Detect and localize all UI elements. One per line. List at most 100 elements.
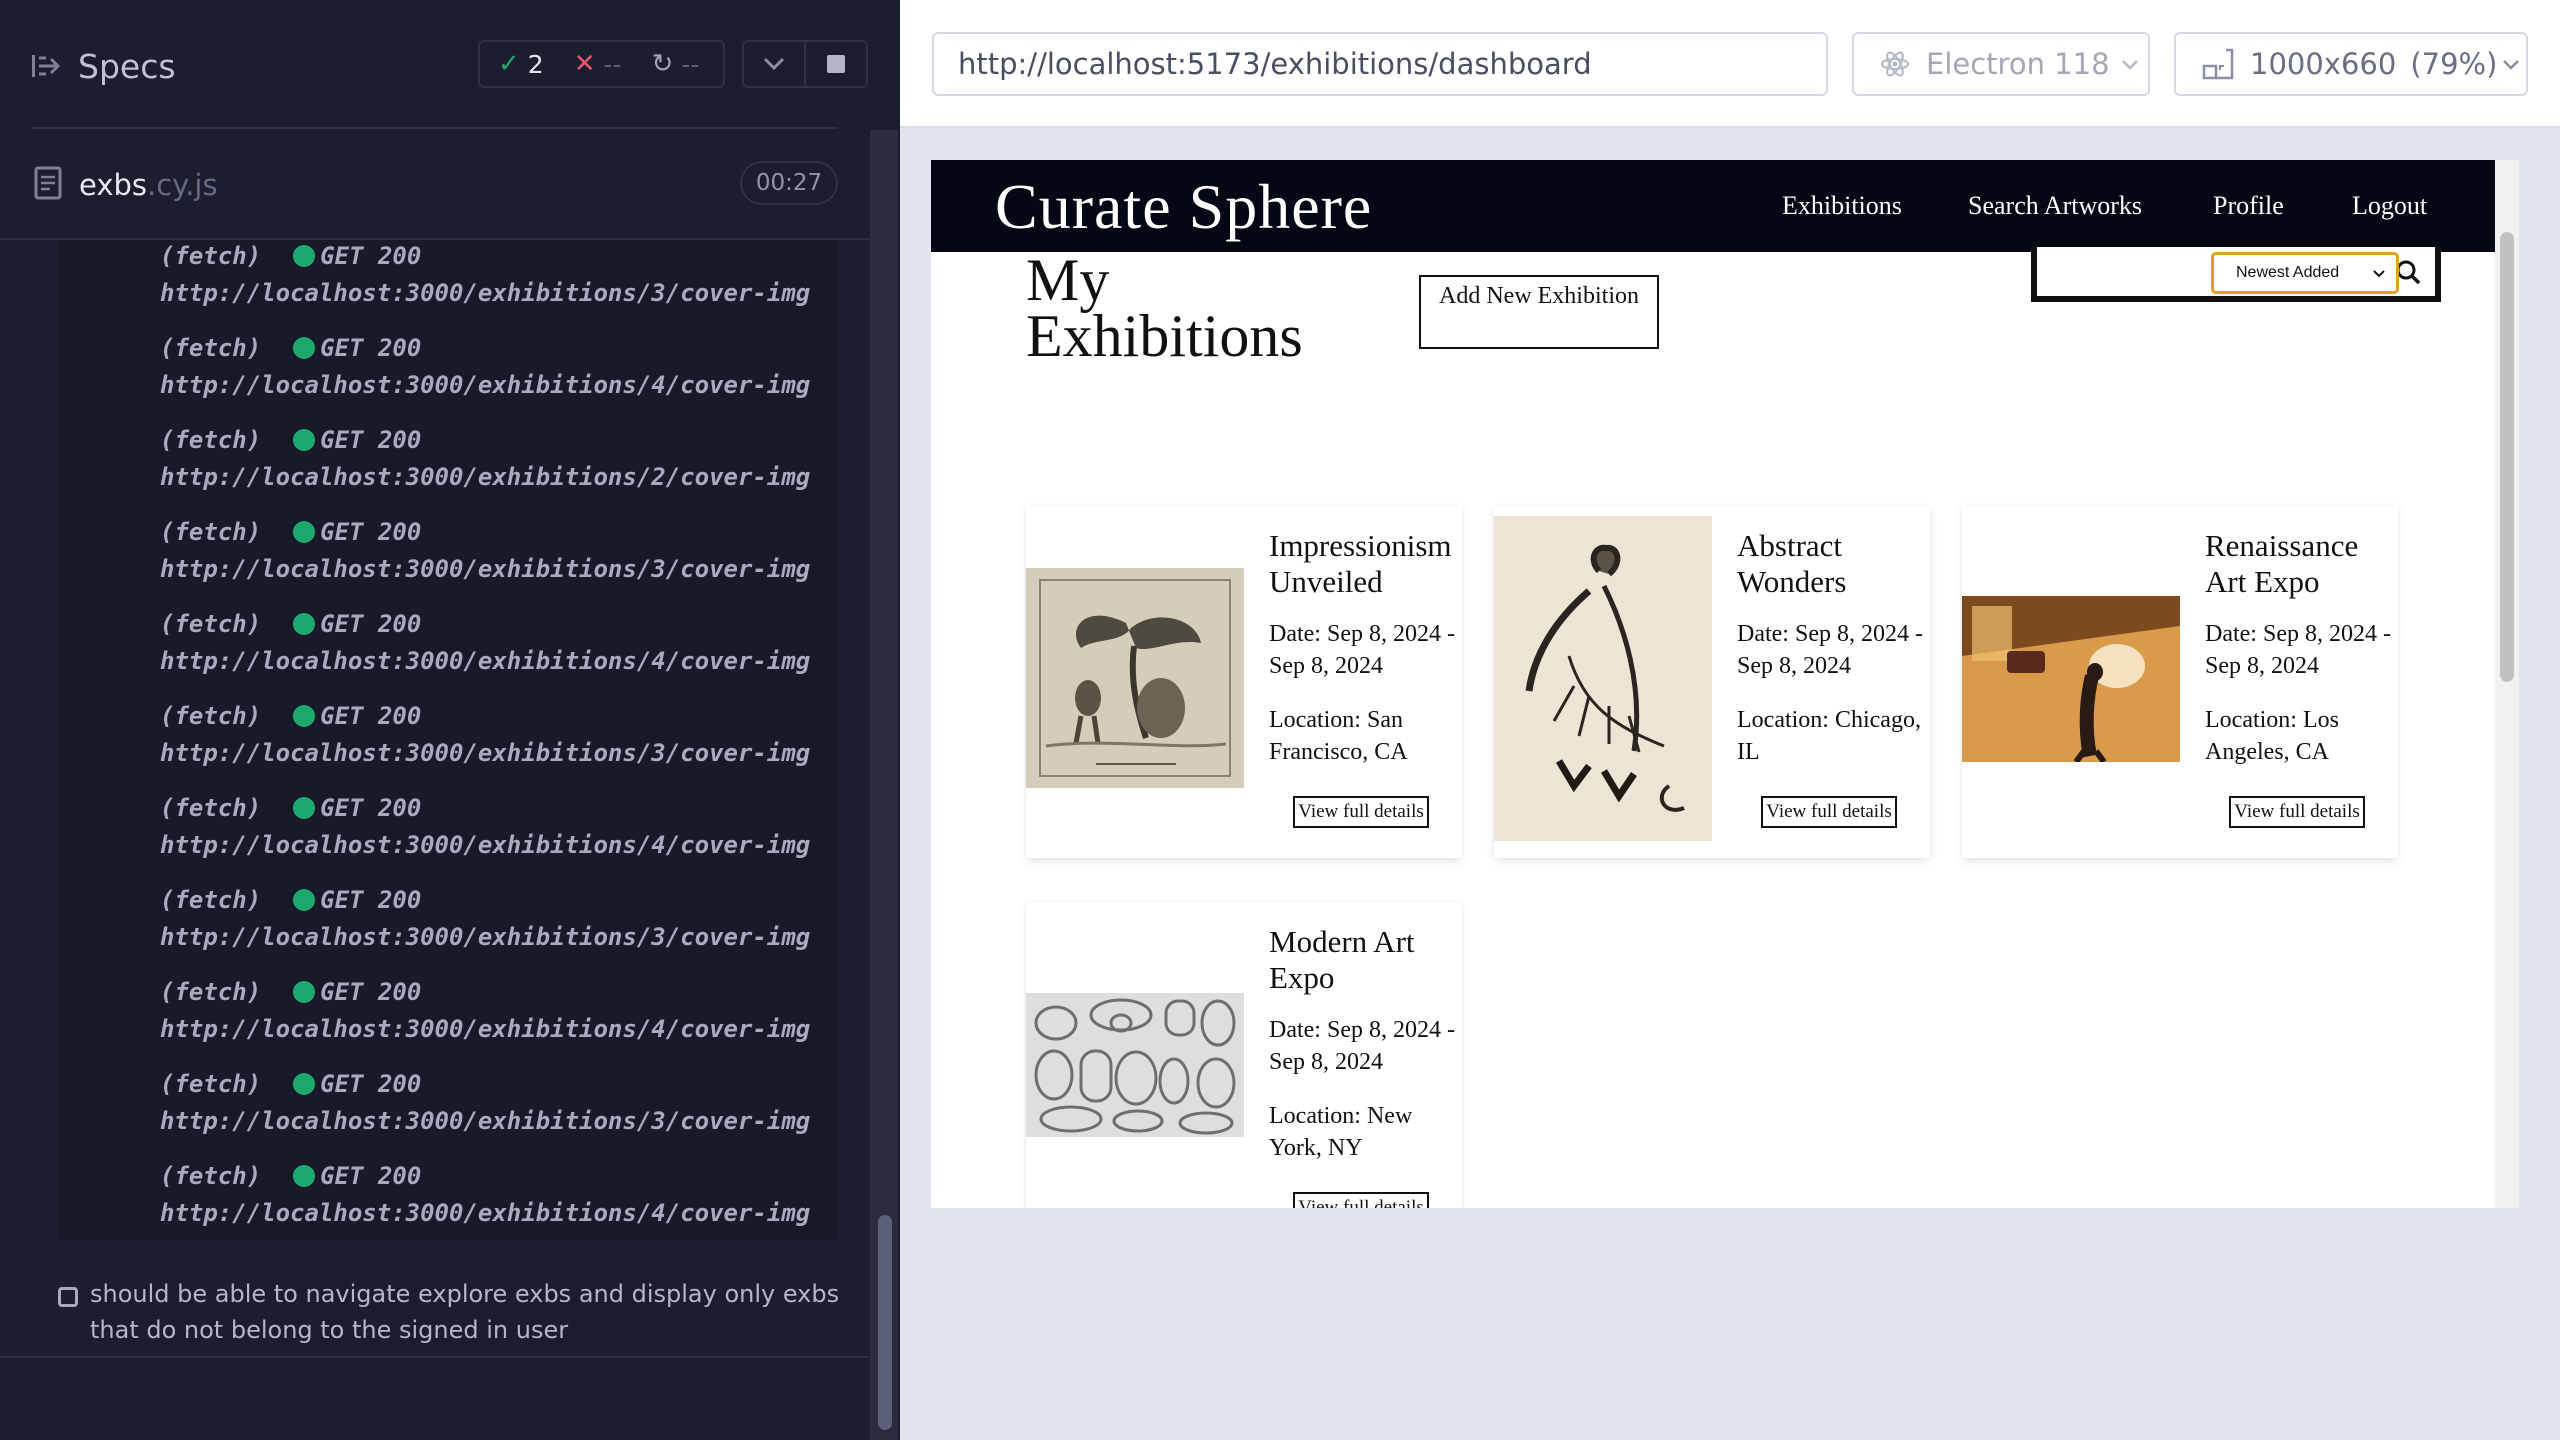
view-full-details-button[interactable]: View full details bbox=[1293, 796, 1429, 828]
view-full-details-button[interactable]: View full details bbox=[2229, 796, 2365, 828]
status-dot-icon bbox=[293, 245, 316, 267]
browser-selector[interactable]: Electron 118 bbox=[1852, 32, 2150, 96]
log-status: GET 200 bbox=[320, 610, 422, 638]
log-method: (fetch) bbox=[160, 242, 262, 270]
cover-image-lithograph bbox=[1026, 568, 1244, 788]
log-method: (fetch) bbox=[160, 978, 262, 1006]
log-entry[interactable]: (fetch) GET 200 http://localhost:3000/exhi… bbox=[160, 240, 810, 312]
log-entry[interactable]: (fetch) GET 200 http://localhost:3000/exhi… bbox=[160, 698, 810, 772]
divider bbox=[32, 127, 838, 129]
log-entry[interactable]: (fetch) GET 200 http://localhost:3000/exhi… bbox=[160, 330, 810, 404]
stop-button[interactable] bbox=[806, 40, 868, 88]
log-method: (fetch) bbox=[160, 334, 262, 362]
specs-title[interactable]: Specs bbox=[78, 47, 176, 86]
chevron-down-icon bbox=[763, 57, 785, 71]
exhibition-cover-image[interactable] bbox=[1962, 596, 2180, 762]
log-url: http://localhost:3000/exhibitions/4/cove… bbox=[160, 647, 811, 675]
log-method: (fetch) bbox=[160, 518, 262, 546]
view-full-details-button[interactable]: View full details bbox=[1761, 796, 1897, 828]
viewport-zoom: (79%) bbox=[2410, 47, 2498, 81]
exhibition-cover-image[interactable] bbox=[1494, 516, 1712, 841]
log-url: http://localhost:3000/exhibitions/3/cove… bbox=[160, 923, 811, 951]
cover-image-rings bbox=[1026, 993, 1244, 1137]
pending-test-title: should be able to navigate explore exbs … bbox=[90, 1280, 840, 1344]
cypress-runner-panel: Specs ✓ 2 ✕ -- ↻ -- exbs.cy.js 00:27 (fe… bbox=[0, 0, 900, 1440]
exhibition-title: Modern Art Expo bbox=[1269, 924, 1415, 995]
pending-test-icon bbox=[58, 1287, 78, 1307]
chevron-down-icon bbox=[2503, 60, 2520, 70]
status-dot-icon bbox=[293, 705, 316, 727]
nav-profile[interactable]: Profile bbox=[2213, 191, 2284, 221]
test-stats: ✓ 2 ✕ -- ↻ -- bbox=[478, 40, 725, 88]
app-viewport: Curate Sphere Exhibitions Search Artwork… bbox=[931, 160, 2519, 1208]
log-status: GET 200 bbox=[320, 886, 422, 914]
app-scrollbar-thumb[interactable] bbox=[2500, 232, 2514, 682]
log-method: (fetch) bbox=[160, 702, 262, 730]
log-entry[interactable]: (fetch) GET 200 http://localhost:3000/exhi… bbox=[160, 790, 810, 864]
exhibition-location: Location: San Francisco, CA bbox=[1269, 707, 1408, 765]
log-method: (fetch) bbox=[160, 794, 262, 822]
log-url: http://localhost:3000/exhibitions/2/cove… bbox=[160, 463, 811, 491]
brand-logo[interactable]: Curate Sphere bbox=[995, 170, 1372, 244]
log-entry[interactable]: (fetch) GET 200 http://localhost:3000/exhi… bbox=[160, 1158, 810, 1232]
add-new-exhibition-button[interactable]: Add New Exhibition bbox=[1419, 275, 1659, 349]
spec-file-name: exbs.cy.js bbox=[79, 168, 218, 202]
exhibition-location: Location: Chicago, IL bbox=[1737, 707, 1921, 765]
log-status: GET 200 bbox=[320, 334, 422, 362]
exhibition-title: Abstract Wonders bbox=[1737, 528, 1847, 599]
exhibition-date: Date: Sep 8, 2024 - Sep 8, 2024 bbox=[1737, 621, 1923, 679]
log-status: GET 200 bbox=[320, 1162, 422, 1190]
exhibition-title: Impressionism Unveiled bbox=[1269, 528, 1452, 599]
log-entry[interactable]: (fetch) GET 200 http://localhost:3000/exhi… bbox=[160, 1066, 810, 1140]
exhibition-cover-image[interactable] bbox=[1026, 568, 1244, 788]
toggle-auto-scroll-button[interactable] bbox=[742, 40, 806, 88]
nav-exhibitions[interactable]: Exhibitions bbox=[1782, 191, 1902, 221]
failed-count: ✕ -- bbox=[573, 49, 622, 79]
status-dot-icon bbox=[293, 1073, 316, 1095]
log-entry[interactable]: (fetch) GET 200 http://localhost:3000/exhi… bbox=[160, 422, 810, 496]
passed-count: ✓ 2 bbox=[498, 49, 544, 79]
log-url: http://localhost:3000/exhibitions/3/cove… bbox=[160, 1107, 811, 1135]
log-status: GET 200 bbox=[320, 978, 422, 1006]
nav-search-artworks[interactable]: Search Artworks bbox=[1968, 191, 2142, 221]
status-dot-icon bbox=[293, 429, 316, 451]
log-method: (fetch) bbox=[160, 1162, 262, 1190]
sort-select[interactable]: Newest Added bbox=[2211, 252, 2399, 294]
exhibition-cover-image[interactable] bbox=[1026, 993, 1244, 1137]
document-icon bbox=[34, 166, 62, 200]
exhibition-card: Renaissance Art Expo Date: Sep 8, 2024 -… bbox=[1962, 506, 2398, 858]
viewport-selector[interactable]: 1000x660 (79%) bbox=[2174, 32, 2528, 96]
exhibition-location: Location: New York, NY bbox=[1269, 1103, 1413, 1161]
specs-icon[interactable] bbox=[32, 52, 62, 80]
log-url: http://localhost:3000/exhibitions/3/cove… bbox=[160, 555, 811, 583]
log-entry[interactable]: (fetch) GET 200 http://localhost:3000/exhi… bbox=[160, 974, 810, 1048]
cover-image-sketch bbox=[1494, 516, 1712, 841]
log-entry[interactable]: (fetch) GET 200 http://localhost:3000/exhi… bbox=[160, 514, 810, 588]
electron-icon bbox=[1881, 51, 1909, 77]
log-status: GET 200 bbox=[320, 518, 422, 546]
nav-logout[interactable]: Logout bbox=[2352, 191, 2427, 221]
log-status: GET 200 bbox=[320, 426, 422, 454]
log-entry[interactable]: (fetch) GET 200 http://localhost:3000/exhi… bbox=[160, 606, 810, 680]
spec-file-row[interactable]: exbs.cy.js 00:27 bbox=[0, 130, 870, 238]
log-entry[interactable]: (fetch) GET 200 http://localhost:3000/exhi… bbox=[160, 882, 810, 956]
exhibition-card: Abstract Wonders Date: Sep 8, 2024 - Sep… bbox=[1494, 506, 1930, 858]
view-full-details-button[interactable]: View full details bbox=[1293, 1192, 1429, 1208]
exhibition-date: Date: Sep 8, 2024 - Sep 8, 2024 bbox=[2205, 621, 2391, 679]
pending-test[interactable]: should be able to navigate explore exbs … bbox=[58, 1268, 839, 1348]
chevron-down-icon bbox=[2373, 270, 2385, 278]
log-url: http://localhost:3000/exhibitions/4/cove… bbox=[160, 1015, 811, 1043]
status-dot-icon bbox=[293, 613, 316, 635]
exhibition-card: Impressionism Unveiled Date: Sep 8, 2024… bbox=[1026, 506, 1462, 858]
cover-image-photo bbox=[1962, 596, 2180, 762]
status-dot-icon bbox=[293, 1165, 316, 1187]
stop-icon bbox=[827, 55, 845, 73]
log-url: http://localhost:3000/exhibitions/4/cove… bbox=[160, 371, 811, 399]
log-url: http://localhost:3000/exhibitions/4/cove… bbox=[160, 831, 811, 859]
log-status: GET 200 bbox=[320, 794, 422, 822]
log-scrollbar-thumb[interactable] bbox=[878, 1215, 892, 1430]
page-title: My Exhibitions bbox=[1026, 247, 1303, 369]
url-bar[interactable]: http://localhost:5173/exhibitions/dashbo… bbox=[932, 32, 1828, 96]
log-status: GET 200 bbox=[320, 702, 422, 730]
app-navbar: Curate Sphere Exhibitions Search Artwork… bbox=[931, 160, 2495, 252]
